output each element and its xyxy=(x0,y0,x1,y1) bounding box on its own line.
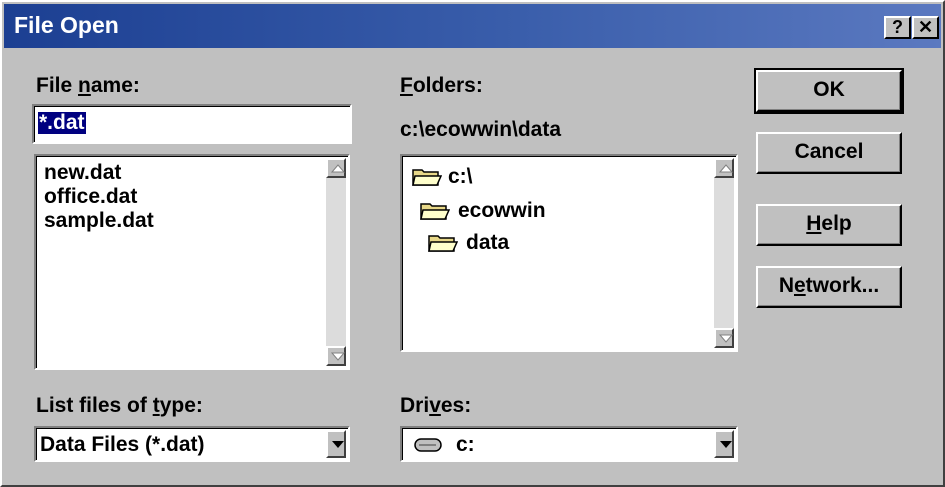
current-path: c:\ecowwin\data xyxy=(400,118,562,141)
window-title: File Open xyxy=(14,12,119,38)
close-button[interactable]: ✕ xyxy=(912,16,939,39)
file-list-item[interactable]: office.dat xyxy=(44,186,137,208)
arrow-up-icon xyxy=(331,164,345,173)
file-list-item[interactable]: new.dat xyxy=(44,162,121,184)
file-list-item[interactable]: sample.dat xyxy=(44,210,154,232)
title-bar[interactable]: File Open ? ✕ xyxy=(4,4,941,48)
drives-select[interactable]: c: xyxy=(400,426,738,462)
folder-open-icon xyxy=(420,203,450,220)
folder-tree-scrollbar[interactable] xyxy=(714,158,734,348)
drives-value: c: xyxy=(456,433,475,456)
question-mark-icon: ? xyxy=(892,17,903,37)
cancel-button[interactable]: Cancel xyxy=(756,132,902,174)
file-name-value: *.dat xyxy=(38,111,86,134)
scroll-down-button[interactable] xyxy=(714,328,734,348)
file-list-scrollbar[interactable] xyxy=(326,158,346,366)
file-name-input[interactable]: *.dat xyxy=(32,104,352,144)
arrow-down-icon xyxy=(331,352,345,361)
file-open-dialog: File Open ? ✕ File name: *.dat new.dat o… xyxy=(0,0,945,487)
drive-icon xyxy=(414,438,442,452)
file-type-label: List files of type: xyxy=(36,394,203,417)
close-icon: ✕ xyxy=(917,17,934,37)
scroll-down-button[interactable] xyxy=(326,346,346,366)
file-list[interactable]: new.dat office.dat sample.dat xyxy=(34,154,350,370)
file-type-value: Data Files (*.dat) xyxy=(40,433,205,456)
ok-button[interactable]: OK xyxy=(754,68,904,114)
folders-label: Folders: xyxy=(400,74,483,97)
scroll-up-button[interactable] xyxy=(326,158,346,178)
file-type-dropdown-button[interactable] xyxy=(326,430,346,458)
scroll-up-button[interactable] xyxy=(714,158,734,178)
folder-open-icon xyxy=(412,169,442,186)
arrow-up-icon xyxy=(719,164,733,173)
arrow-down-icon xyxy=(719,334,733,343)
folder-open-icon xyxy=(428,235,458,252)
folder-tree[interactable]: c:\ ecowwin data xyxy=(400,154,738,352)
file-type-select[interactable]: Data Files (*.dat) xyxy=(34,426,350,462)
file-name-label: File name: xyxy=(36,74,140,97)
chevron-down-icon xyxy=(720,441,732,448)
help-title-button[interactable]: ? xyxy=(884,16,911,39)
help-button[interactable]: Help xyxy=(756,204,902,246)
chevron-down-icon xyxy=(332,441,344,448)
drives-label: Drives: xyxy=(400,394,472,417)
network-button[interactable]: Network... xyxy=(756,266,902,308)
drives-dropdown-button[interactable] xyxy=(714,430,734,458)
